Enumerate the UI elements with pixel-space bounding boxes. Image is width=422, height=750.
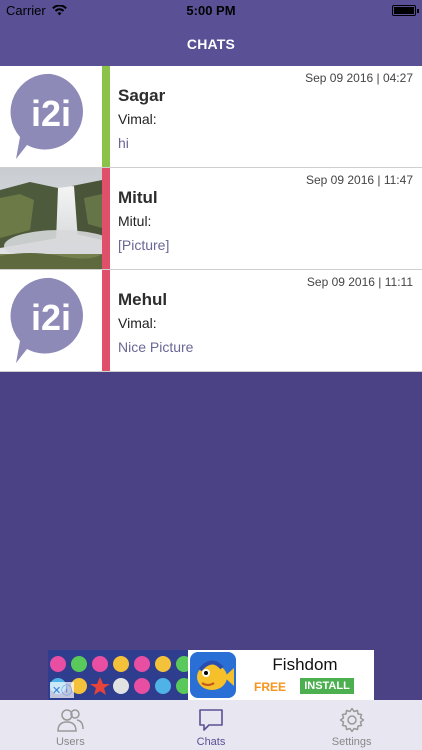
chat-row-mehul[interactable]: i2i Sep 09 2016 | 11:11 Mehul Vimal: Nic…	[0, 270, 422, 372]
online-status-indicator	[102, 66, 110, 167]
last-message-sender: Vimal:	[118, 111, 157, 127]
contact-name: Mehul	[118, 290, 168, 309]
svg-text:i2i: i2i	[31, 93, 71, 134]
avatar: i2i	[0, 270, 102, 371]
tab-chats[interactable]: Chats	[141, 700, 282, 750]
ad-price-label: FREE	[254, 680, 287, 694]
fishdom-app-icon	[190, 652, 236, 698]
last-message-preview: hi	[118, 135, 129, 151]
last-message-preview: Nice Picture	[118, 339, 194, 355]
last-message-sender: Mitul:	[118, 213, 152, 229]
avatar: i2i	[0, 66, 102, 167]
chat-timestamp: Sep 09 2016 | 04:27	[305, 71, 413, 85]
chat-list: i2i Sep 09 2016 | 04:27 Sagar Vimal: hi	[0, 66, 422, 372]
i2i-logo-icon: i2i	[10, 73, 83, 159]
chat-timestamp: Sep 09 2016 | 11:11	[306, 275, 413, 289]
users-icon	[57, 709, 85, 732]
chat-row-mitul[interactable]: Sep 09 2016 | 11:47 Mitul Mitul: [Pictur…	[0, 168, 422, 270]
tab-bar: Users Chats Settings	[0, 700, 422, 750]
tab-label: Users	[55, 736, 85, 748]
status-time: 5:00 PM	[186, 3, 236, 18]
tab-users[interactable]: Users	[0, 700, 141, 750]
navigation-bar: CHATS	[0, 22, 422, 66]
offline-status-indicator	[102, 270, 110, 371]
tab-label: Chats	[196, 736, 226, 748]
battery-icon	[392, 5, 419, 16]
tab-label: Settings	[331, 736, 372, 748]
ad-game-tiles-image: ✕ⓘ	[48, 650, 188, 700]
i2i-logo-icon: i2i	[10, 277, 83, 363]
chat-timestamp: Sep 09 2016 | 11:47	[306, 173, 413, 187]
avatar	[0, 168, 102, 269]
last-message-sender: Vimal:	[118, 315, 157, 331]
ad-text: Fishdom FREE INSTALL	[236, 650, 374, 700]
contact-name: Mitul	[118, 188, 158, 207]
chat-row-sagar[interactable]: i2i Sep 09 2016 | 04:27 Sagar Vimal: hi	[0, 66, 422, 168]
svg-text:i2i: i2i	[31, 297, 71, 338]
status-bar: Carrier 5:00 PM	[0, 0, 422, 22]
last-message-preview: [Picture]	[118, 237, 170, 253]
ad-info-icon[interactable]: ✕ⓘ	[50, 682, 75, 698]
chat-icon	[199, 709, 223, 731]
contact-name: Sagar	[118, 86, 166, 105]
ad-title: Fishdom	[272, 655, 338, 674]
ad-install-button[interactable]: INSTALL	[300, 678, 354, 694]
page-title: CHATS	[186, 36, 236, 52]
offline-status-indicator	[102, 168, 110, 269]
tab-settings[interactable]: Settings	[281, 700, 422, 750]
gear-icon	[339, 707, 364, 733]
waterfall-photo-icon	[0, 168, 102, 269]
ad-banner[interactable]: ✕ⓘ Fishdom FREE INSTALL	[48, 650, 374, 700]
